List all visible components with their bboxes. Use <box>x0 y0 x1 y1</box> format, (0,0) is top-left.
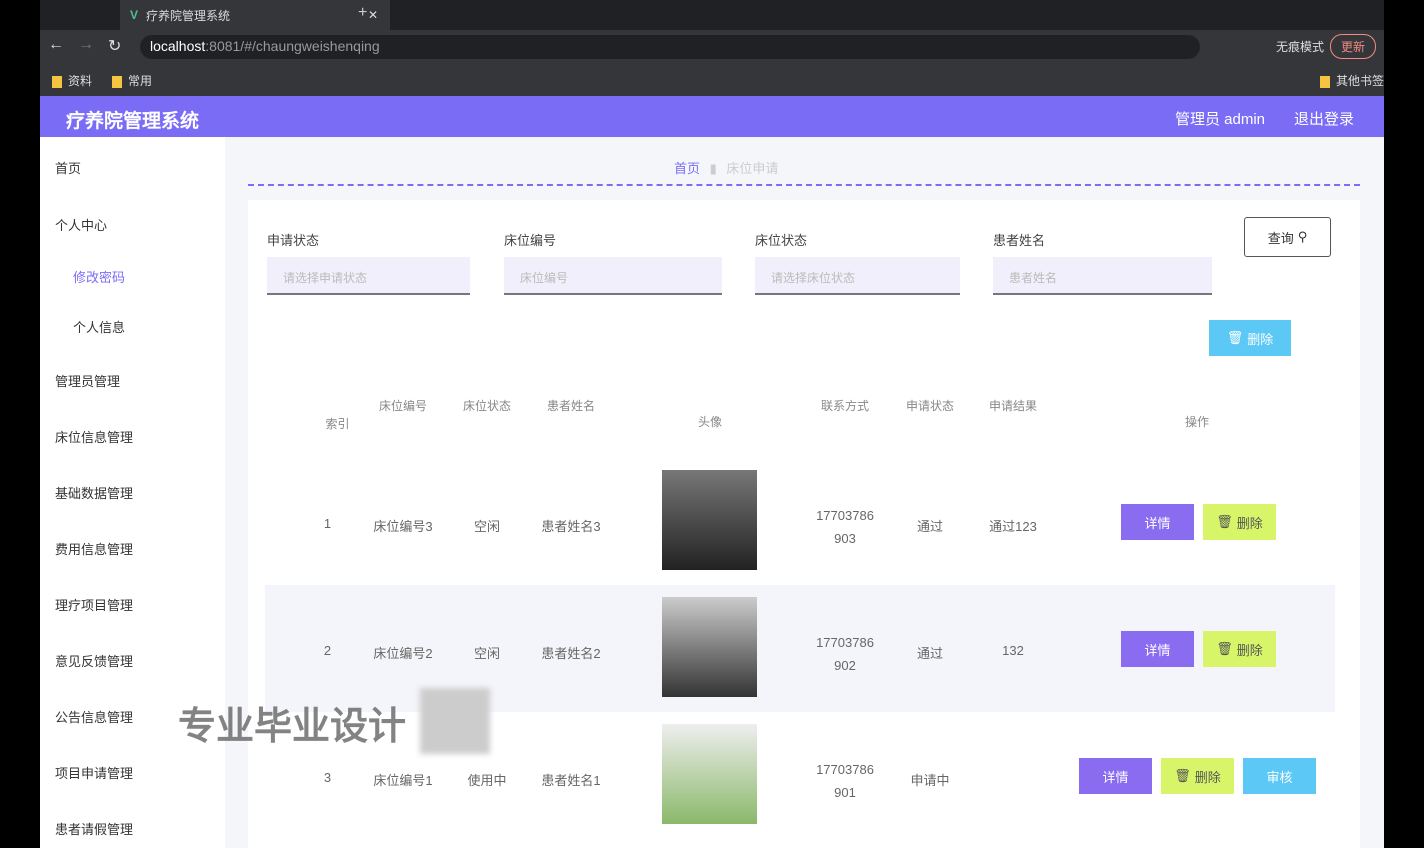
app-header: 疗养院管理系统 管理员 admin 退出登录 <box>40 96 1384 137</box>
blur-patch <box>420 688 490 754</box>
cell-bed-status: 使用中 <box>467 773 507 788</box>
cell-apply-status: 通过 <box>916 519 943 534</box>
new-tab-icon[interactable]: + <box>358 4 367 22</box>
app-title: 疗养院管理系统 <box>66 111 200 132</box>
close-tab-icon[interactable]: ✕ <box>368 8 378 22</box>
incognito-label: 无痕模式 <box>1276 40 1325 54</box>
review-button[interactable]: 审核 <box>1243 758 1316 794</box>
detail-button[interactable]: 详情 <box>1121 504 1194 540</box>
sidebar-item-personal-center[interactable]: 个人中心 <box>55 215 107 234</box>
col-bed-number[interactable]: 床位编号 <box>368 397 438 414</box>
reload-icon[interactable]: ↻ <box>108 36 121 56</box>
trash-icon: 🗑 <box>1174 768 1191 783</box>
batch-delete-button[interactable]: 🗑 删除 <box>1209 320 1291 356</box>
col-index: 索引 <box>325 417 350 431</box>
cell-name: 患者姓名2 <box>541 646 601 661</box>
cell-result: 通过123 <box>989 519 1037 534</box>
avatar-image <box>662 597 757 697</box>
col-avatar[interactable]: 头像 <box>675 413 745 430</box>
sidebar-item-personal-info[interactable]: 个人信息 <box>73 317 125 336</box>
col-patient-name[interactable]: 患者姓名 <box>536 397 606 414</box>
sidebar-item-change-password[interactable]: 修改密码 <box>73 267 125 286</box>
breadcrumb-current: 床位申请 <box>726 161 779 176</box>
breadcrumb-home[interactable]: 首页 <box>674 161 700 176</box>
tab-title: 疗养院管理系统 <box>146 8 231 23</box>
bed-status-label: 床位状态 <box>755 233 808 248</box>
cell-apply-status: 申请中 <box>910 773 950 788</box>
cell-bed-status: 空闲 <box>473 646 500 661</box>
bookmark-folder[interactable]: 常用 <box>112 72 152 89</box>
trash-icon: 🗑 <box>1216 641 1233 656</box>
cell-bed: 床位编号2 <box>373 646 433 661</box>
avatar-image <box>662 724 757 824</box>
cell-phone: 17703786 901 <box>816 762 874 800</box>
cell-name: 患者姓名3 <box>541 519 601 534</box>
watermark: 专业毕业设计 <box>178 706 407 748</box>
col-apply-status[interactable]: 申请状态 <box>895 397 965 414</box>
bed-status-select[interactable]: 请选择床位状态 <box>755 257 960 295</box>
avatar-image <box>662 470 757 570</box>
vue-icon: V <box>130 8 139 22</box>
cell-result: 132 <box>1002 643 1024 658</box>
cell-index: 3 <box>323 770 332 785</box>
apply-status-select[interactable]: 请选择申请状态 <box>267 257 470 295</box>
update-button[interactable]: 更新 <box>1330 34 1377 59</box>
sidebar-item-notice[interactable]: 公告信息管理 <box>55 707 133 726</box>
patient-name-input[interactable]: 患者姓名 <box>993 257 1212 295</box>
cell-index: 2 <box>323 643 332 658</box>
detail-button[interactable]: 详情 <box>1121 631 1194 667</box>
cell-name: 患者姓名1 <box>541 773 601 788</box>
table-header: 索引 床位编号 床位状态 患者姓名 头像 联系方式 申请状态 申请结果 操作 <box>265 385 1335 455</box>
trash-icon: 🗑 <box>1226 330 1244 345</box>
sidebar-item-home[interactable]: 首页 <box>55 158 81 177</box>
bookmarks-bar: 资料 常用 其他书签 <box>40 64 1384 96</box>
sidebar-item-project-apply[interactable]: 项目申请管理 <box>55 763 133 782</box>
apply-status-label: 申请状态 <box>267 233 320 248</box>
delete-button[interactable]: 🗑 删除 <box>1203 504 1276 540</box>
other-bookmarks[interactable]: 其他书签 <box>1320 72 1384 89</box>
bookmark-folder[interactable]: 资料 <box>52 72 92 89</box>
browser-tab-bar: V 疗养院管理系统 ✕ + <box>40 0 1384 30</box>
col-apply-result[interactable]: 申请结果 <box>978 397 1048 414</box>
back-icon[interactable]: ← <box>48 36 64 54</box>
url-input[interactable]: localhost:8081/#/chaungweishenqing <box>140 35 1200 59</box>
sidebar-item-therapy[interactable]: 理疗项目管理 <box>55 595 133 614</box>
col-contact[interactable]: 联系方式 <box>810 397 880 414</box>
cell-bed-status: 空闲 <box>473 519 500 534</box>
delete-button[interactable]: 🗑 删除 <box>1161 758 1234 794</box>
breadcrumb: 首页 ▮ 床位申请 <box>674 161 779 176</box>
query-button[interactable]: 查询 ⚲ <box>1244 217 1331 257</box>
sidebar-item-leave[interactable]: 患者请假管理 <box>55 819 133 838</box>
patient-name-label: 患者姓名 <box>993 233 1046 248</box>
sidebar-item-basic-data[interactable]: 基础数据管理 <box>55 483 133 502</box>
divider <box>248 184 1360 186</box>
sidebar-item-feedback[interactable]: 意见反馈管理 <box>55 651 133 670</box>
cell-phone: 17703786 903 <box>816 508 874 546</box>
search-icon: ⚲ <box>1297 229 1308 244</box>
trash-icon: 🗑 <box>1216 514 1233 529</box>
table-row: 1 床位编号3 空闲 患者姓名3 17703786 903 通过 通过123 详情… <box>265 458 1335 585</box>
bed-number-input[interactable]: 床位编号 <box>504 257 722 295</box>
browser-tab[interactable]: V 疗养院管理系统 ✕ <box>120 0 390 30</box>
sidebar-item-admin[interactable]: 管理员管理 <box>55 371 120 390</box>
detail-button[interactable]: 详情 <box>1079 758 1152 794</box>
cell-phone: 17703786 902 <box>816 635 874 673</box>
sidebar-item-fee[interactable]: 费用信息管理 <box>55 539 133 558</box>
cell-bed: 床位编号3 <box>373 519 433 534</box>
col-actions: 操作 <box>1184 415 1209 429</box>
bed-number-label: 床位编号 <box>504 233 557 248</box>
cell-index: 1 <box>323 516 332 531</box>
logout-link[interactable]: 退出登录 <box>1294 108 1354 129</box>
col-bed-status[interactable]: 床位状态 <box>452 397 522 414</box>
cell-bed: 床位编号1 <box>373 773 433 788</box>
sidebar-item-bed[interactable]: 床位信息管理 <box>55 427 133 446</box>
cell-apply-status: 通过 <box>916 646 943 661</box>
forward-icon[interactable]: → <box>78 36 94 54</box>
user-label: 管理员 admin <box>1175 111 1266 128</box>
delete-button[interactable]: 🗑 删除 <box>1203 631 1276 667</box>
